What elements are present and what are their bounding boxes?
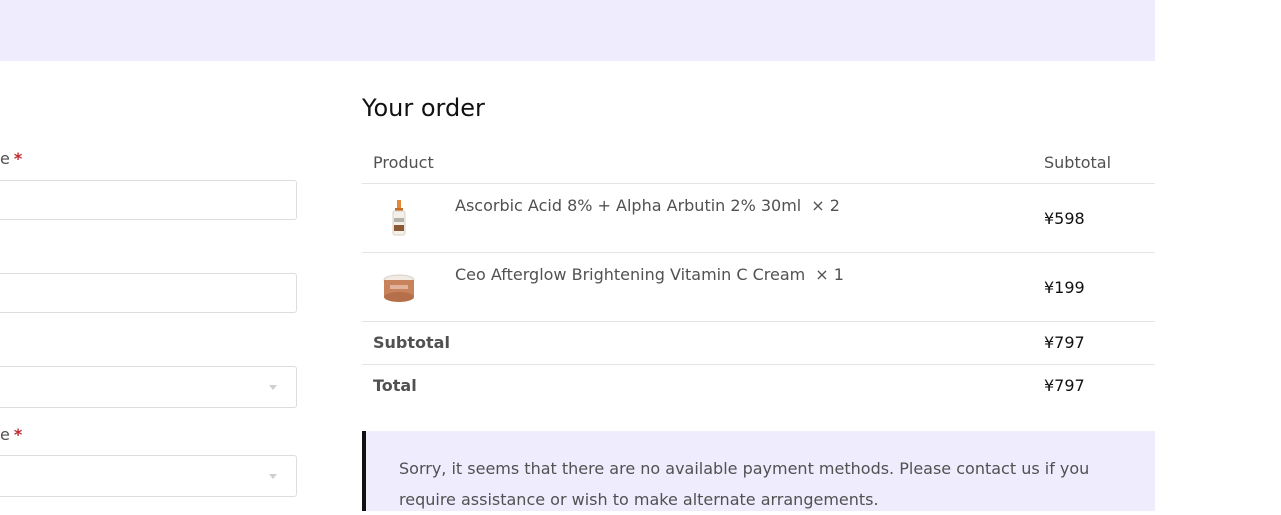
product-name: Ceo Afterglow Brightening Vitamin C Crea… bbox=[455, 265, 844, 284]
order-heading: Your order bbox=[362, 94, 485, 122]
subtotal-row: Subtotal ¥797 bbox=[362, 322, 1155, 365]
subtotal-label: Subtotal bbox=[373, 333, 450, 352]
serum-bottle-thumbnail bbox=[392, 200, 406, 236]
line-subtotal: ¥598 bbox=[1044, 209, 1085, 228]
payment-notice: Sorry, it seems that there are no availa… bbox=[362, 431, 1155, 511]
text-field[interactable] bbox=[0, 180, 297, 220]
required-marker: * bbox=[13, 425, 23, 444]
product-name: Ascorbic Acid 8% + Alpha Arbutin 2% 30ml… bbox=[455, 196, 840, 215]
product-name-text: Ceo Afterglow Brightening Vitamin C Crea… bbox=[455, 265, 806, 284]
order-review-table: Product Subtotal Ascorbic Acid 8% + Alph… bbox=[362, 141, 1155, 408]
product-quantity: × 2 bbox=[811, 196, 840, 215]
column-header-subtotal: Subtotal bbox=[1044, 153, 1112, 172]
chevron-down-icon bbox=[269, 385, 277, 390]
total-row: Total ¥797 bbox=[362, 365, 1155, 408]
total-value: ¥797 bbox=[1044, 376, 1085, 395]
product-quantity: × 1 bbox=[815, 265, 844, 284]
select-field[interactable] bbox=[0, 455, 297, 497]
table-row: Ascorbic Acid 8% + Alpha Arbutin 2% 30ml… bbox=[362, 184, 1155, 253]
column-header-product: Product bbox=[373, 153, 434, 172]
field-label-text: e bbox=[0, 425, 10, 444]
page-header-band bbox=[0, 0, 1155, 61]
required-marker: * bbox=[13, 149, 23, 168]
field-label: e * bbox=[0, 149, 22, 168]
field-label-text: e bbox=[0, 149, 10, 168]
table-row: Ceo Afterglow Brightening Vitamin C Crea… bbox=[362, 253, 1155, 322]
total-label: Total bbox=[373, 376, 417, 395]
payment-notice-text: Sorry, it seems that there are no availa… bbox=[399, 459, 1090, 509]
text-field[interactable] bbox=[0, 273, 297, 313]
field-label: e * bbox=[0, 425, 22, 444]
product-name-text: Ascorbic Acid 8% + Alpha Arbutin 2% 30ml bbox=[455, 196, 802, 215]
subtotal-value: ¥797 bbox=[1044, 333, 1085, 352]
select-field[interactable] bbox=[0, 366, 297, 408]
line-subtotal: ¥199 bbox=[1044, 278, 1085, 297]
chevron-down-icon bbox=[269, 474, 277, 479]
table-header-row: Product Subtotal bbox=[362, 141, 1155, 184]
cream-jar-thumbnail bbox=[383, 274, 415, 302]
